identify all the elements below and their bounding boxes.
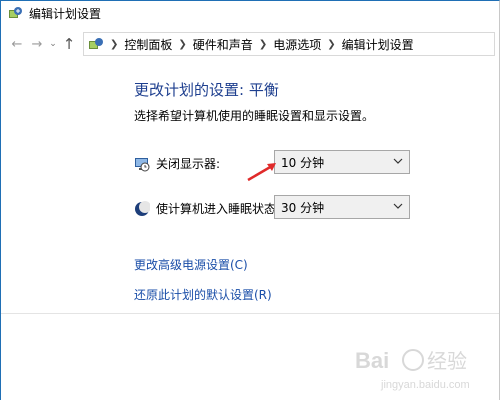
back-button[interactable]: ← [7, 33, 27, 55]
chevron-down-icon [393, 158, 403, 164]
chevron-down-icon: ⌄ [49, 39, 57, 49]
divider [1, 313, 499, 314]
breadcrumb-separator-icon: ❯ [178, 38, 187, 50]
arrow-right-icon: → [31, 36, 43, 52]
arrow-up-icon: ↑ [62, 35, 76, 53]
svg-text:经验: 经验 [427, 350, 467, 373]
svg-text:Bai: Bai [355, 348, 389, 373]
monitor-clock-icon [135, 157, 150, 171]
display-off-value: 10 分钟 [281, 155, 325, 170]
sleep-value: 30 分钟 [281, 200, 325, 215]
breadcrumb-control-panel[interactable]: 控制面板 [124, 36, 172, 53]
breadcrumb-hardware-sound[interactable]: 硬件和声音 [193, 36, 253, 53]
annotation-arrow-icon [247, 163, 276, 182]
title-bar: 编辑计划设置 [1, 1, 499, 25]
breadcrumb-separator-icon: ❯ [110, 38, 119, 50]
baidu-watermark: Bai 经验 jingyan.baidu.com [355, 348, 470, 391]
page-title: 更改计划的设置: 平衡 [134, 81, 279, 99]
breadcrumb-separator-icon: ❯ [258, 38, 268, 50]
recent-locations-button[interactable]: ⌄ [47, 33, 59, 55]
breadcrumb-separator-icon: ❯ [327, 38, 336, 50]
restore-defaults-link[interactable]: 还原此计划的默认设置(R) [134, 286, 272, 303]
forward-button[interactable]: → [27, 33, 47, 55]
display-off-row: 关闭显示器: [134, 155, 220, 172]
sleep-label: 使计算机进入睡眠状态: [156, 202, 281, 216]
display-off-select[interactable]: 10 分钟 [274, 150, 410, 174]
window-title: 编辑计划设置 [29, 6, 102, 21]
moon-icon [135, 200, 150, 216]
up-button[interactable]: ↑ [59, 33, 79, 55]
sleep-row: 使计算机进入睡眠状态: [134, 200, 280, 217]
navigation-bar: ← → ⌄ ↑ ❯ 控制面板 ❯ 硬件和声音 ❯ 电源选项 ❯ 编辑计划设置 [1, 30, 499, 58]
breadcrumb-power-options[interactable]: 电源选项 [273, 36, 321, 53]
svg-text:jingyan.baidu.com: jingyan.baidu.com [380, 379, 470, 391]
address-bar[interactable]: ❯ 控制面板 ❯ 硬件和声音 ❯ 电源选项 ❯ 编辑计划设置 [83, 32, 495, 56]
arrow-left-icon: ← [11, 36, 23, 52]
display-off-label: 关闭显示器: [156, 157, 221, 171]
breadcrumb-edit-plan[interactable]: 编辑计划设置 [342, 36, 414, 53]
power-options-icon [9, 7, 22, 18]
chevron-down-icon [393, 203, 403, 209]
control-panel-icon [89, 38, 103, 49]
advanced-power-settings-link[interactable]: 更改高级电源设置(C) [134, 256, 248, 273]
sleep-select[interactable]: 30 分钟 [274, 195, 410, 219]
page-subtitle: 选择希望计算机使用的睡眠设置和显示设置。 [134, 109, 375, 123]
